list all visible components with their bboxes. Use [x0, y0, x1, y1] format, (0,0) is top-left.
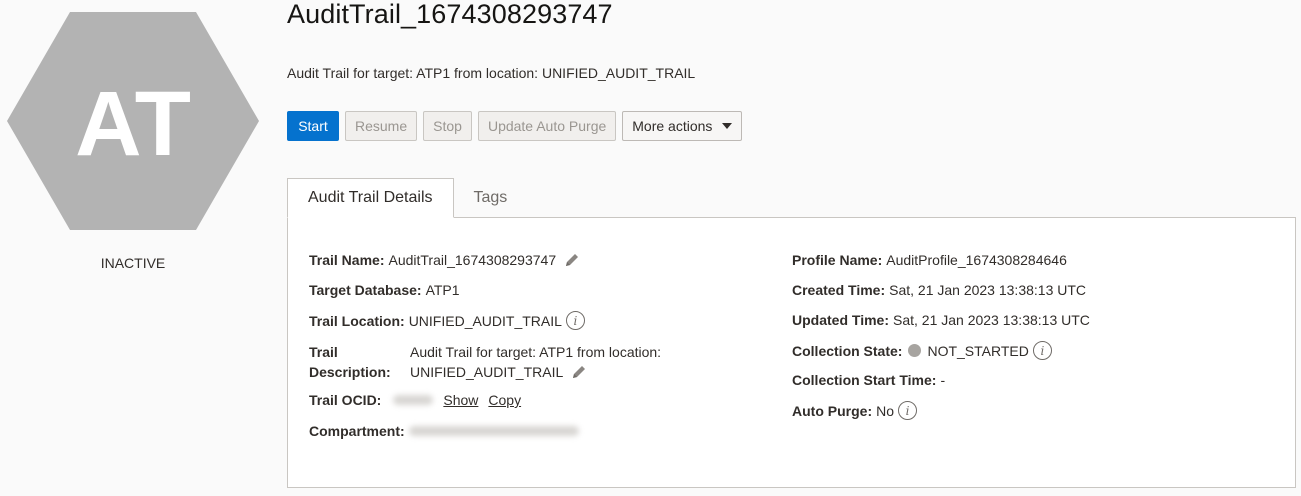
trail-description-label-line1: Trail [309, 344, 338, 360]
compartment-label: Compartment: [309, 423, 405, 439]
edit-pencil-icon[interactable] [564, 252, 580, 268]
stop-button[interactable]: Stop [423, 111, 472, 141]
collection-state-value: NOT_STARTED [927, 342, 1029, 359]
trail-description-value-line1: Audit Trail for target: ATP1 from locati… [410, 344, 662, 360]
collection-state-field: Collection State: NOT_STARTED i [792, 341, 1052, 360]
caret-down-icon [722, 123, 733, 129]
hexagon-badge-icon: AT [7, 12, 259, 230]
collection-start-time-field: Collection Start Time: - [792, 372, 945, 388]
created-time-label: Created Time: [792, 282, 886, 298]
collection-state-label: Collection State: [792, 342, 903, 359]
target-database-label: Target Database: [309, 282, 422, 298]
start-button[interactable]: Start [287, 111, 339, 141]
trail-description-label: Trail Description: [309, 342, 391, 382]
page-subtitle: Audit Trail for target: ATP1 from locati… [287, 65, 696, 81]
info-icon[interactable]: i [565, 311, 585, 330]
trail-name-value: AuditTrail_1674308293747 [388, 252, 557, 268]
auto-purge-label: Auto Purge: [792, 402, 873, 419]
created-time-value: Sat, 21 Jan 2023 13:38:13 UTC [889, 282, 1087, 298]
action-toolbar: Start Resume Stop Update Auto Purge More… [287, 111, 743, 141]
updated-time-value: Sat, 21 Jan 2023 13:38:13 UTC [892, 312, 1090, 328]
collection-start-time-value: - [940, 372, 946, 388]
show-ocid-link[interactable]: Show [443, 392, 478, 408]
tab-tags[interactable]: Tags [454, 178, 528, 218]
badge-initials: AT [75, 73, 191, 175]
tab-bar: Audit Trail Details Tags [287, 178, 527, 218]
update-auto-purge-button[interactable]: Update Auto Purge [477, 111, 617, 141]
more-actions-label: More actions [632, 118, 713, 134]
resource-badge: AT INACTIVE [0, 0, 266, 290]
trail-ocid-label: Trail OCID: [309, 392, 382, 408]
trail-location-value: UNIFIED_AUDIT_TRAIL [408, 312, 562, 329]
compartment-field: Compartment: [309, 423, 579, 439]
status-dot-icon [908, 344, 922, 357]
info-icon[interactable]: i [898, 401, 918, 420]
resume-button[interactable]: Resume [345, 111, 418, 141]
created-time-field: Created Time: Sat, 21 Jan 2023 13:38:13 … [792, 282, 1086, 298]
more-actions-button[interactable]: More actions [622, 111, 743, 141]
trail-description-label-line2: Description: [309, 364, 391, 380]
trail-description-value: Audit Trail for target: ATP1 from locati… [410, 342, 661, 382]
copy-ocid-link[interactable]: Copy [488, 392, 521, 408]
target-database-value: ATP1 [425, 282, 460, 298]
trail-location-field: Trail Location: UNIFIED_AUDIT_TRAIL i [309, 311, 585, 330]
updated-time-field: Updated Time: Sat, 21 Jan 2023 13:38:13 … [792, 312, 1090, 328]
trail-name-label: Trail Name: [309, 252, 385, 268]
collection-start-time-label: Collection Start Time: [792, 372, 937, 388]
tab-audit-trail-details[interactable]: Audit Trail Details [287, 178, 454, 218]
ocid-redacted-value [393, 395, 434, 405]
target-database-field: Target Database: ATP1 [309, 282, 460, 298]
compartment-redacted-value [408, 426, 579, 436]
profile-name-field: Profile Name: AuditProfile_1674308284646 [792, 252, 1067, 268]
trail-ocid-field: Trail OCID: Show Copy [309, 392, 521, 408]
auto-purge-value: No [876, 402, 895, 419]
updated-time-label: Updated Time: [792, 312, 889, 328]
profile-name-value: AuditProfile_1674308284646 [886, 252, 1067, 268]
profile-name-label: Profile Name: [792, 252, 883, 268]
trail-description-value-line2: UNIFIED_AUDIT_TRAIL [410, 364, 564, 380]
lifecycle-status: INACTIVE [100, 255, 166, 271]
auto-purge-field: Auto Purge: No i [792, 401, 918, 420]
page-title: AuditTrail_1674308293747 [287, 0, 613, 29]
info-icon[interactable]: i [1032, 341, 1052, 360]
edit-pencil-icon[interactable] [571, 364, 587, 380]
trail-location-label: Trail Location: [309, 312, 405, 329]
trail-name-field: Trail Name: AuditTrail_1674308293747 [309, 252, 580, 268]
